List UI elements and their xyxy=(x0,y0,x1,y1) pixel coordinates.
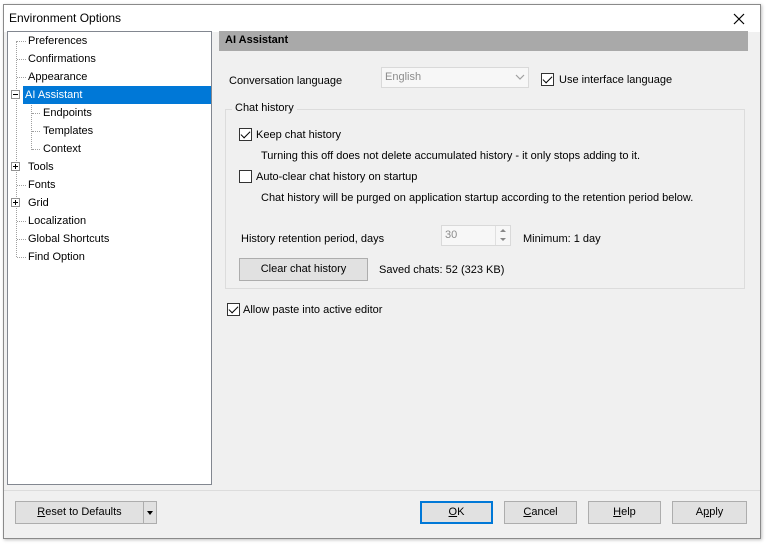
options-tree: Preferences Confirmations Appearance AI … xyxy=(7,31,212,485)
keep-chat-history-checkbox[interactable] xyxy=(239,128,252,141)
collapse-icon[interactable] xyxy=(11,90,20,99)
use-interface-language-checkbox[interactable] xyxy=(541,73,554,86)
tree-item-label: Context xyxy=(43,143,81,155)
tree-item-label: Templates xyxy=(43,125,94,137)
use-interface-language-label: Use interface language xyxy=(559,74,673,86)
tree-item-label: Global Shortcuts xyxy=(28,233,110,245)
spinner-buttons[interactable] xyxy=(495,226,510,245)
help-button[interactable]: Help xyxy=(588,501,661,524)
spin-up-icon[interactable] xyxy=(500,229,506,232)
tree-item-ai-assistant[interactable]: AI Assistant xyxy=(8,86,211,104)
clear-chat-history-button[interactable]: Clear chat history xyxy=(239,258,368,281)
retention-minimum-label: Minimum: 1 day xyxy=(523,233,601,245)
tree-item-label: Grid xyxy=(28,197,49,209)
ok-button[interactable]: OK xyxy=(420,501,493,524)
expand-icon[interactable] xyxy=(11,162,20,171)
saved-chats-count: Saved chats: 52 (323 KB) xyxy=(379,264,505,276)
conversation-language-label: Conversation language xyxy=(229,75,343,87)
tree-item-label: Find Option xyxy=(28,251,85,263)
tree-item-label: Tools xyxy=(28,161,54,173)
keep-chat-history-label: Keep chat history xyxy=(256,129,341,141)
reset-dropdown-button[interactable] xyxy=(143,501,157,524)
tree-item-label: AI Assistant xyxy=(25,89,83,101)
window-title: Environment Options xyxy=(9,11,122,25)
auto-clear-note: Chat history will be purged on applicati… xyxy=(261,192,694,204)
clear-chat-history-label: Clear chat history xyxy=(260,263,347,275)
tree-item-label: Fonts xyxy=(28,179,56,191)
apply-label: ply xyxy=(709,506,724,518)
close-button[interactable] xyxy=(718,5,760,32)
ok-label: K xyxy=(457,506,465,518)
retention-spinner[interactable]: 30 xyxy=(441,225,511,246)
apply-button[interactable]: Apply xyxy=(672,501,747,524)
chat-history-group-label: Chat history xyxy=(232,102,297,114)
conversation-language-select[interactable]: English xyxy=(381,67,529,88)
retention-label: History retention period, days xyxy=(241,233,385,245)
conversation-language-value: English xyxy=(385,71,422,83)
allow-paste-checkbox[interactable] xyxy=(227,303,240,316)
tree-item-label: Endpoints xyxy=(43,107,92,119)
retention-value: 30 xyxy=(445,229,458,241)
cancel-label: ancel xyxy=(531,506,558,518)
close-icon xyxy=(733,13,745,24)
tree-item-label: Appearance xyxy=(28,71,88,83)
reset-to-defaults-button[interactable]: Reset to Defaults xyxy=(15,501,144,524)
panel-header: AI Assistant xyxy=(219,31,748,51)
help-label: elp xyxy=(621,506,636,518)
expand-icon[interactable] xyxy=(11,198,20,207)
help-accel: H xyxy=(613,506,622,518)
apply-label-pre: A xyxy=(695,506,704,518)
allow-paste-label: Allow paste into active editor xyxy=(243,304,383,316)
auto-clear-checkbox[interactable] xyxy=(239,170,252,183)
cancel-button[interactable]: Cancel xyxy=(504,501,577,524)
panel-title: AI Assistant xyxy=(225,34,289,46)
title-bar: Environment Options xyxy=(4,5,760,32)
keep-chat-history-note: Turning this off does not delete accumul… xyxy=(261,150,641,162)
tree-item-label: Preferences xyxy=(28,35,88,47)
auto-clear-label: Auto-clear chat history on startup xyxy=(256,171,418,183)
tree-item-label: Localization xyxy=(28,215,87,227)
reset-label: eset to Defaults xyxy=(45,506,122,518)
ok-accel: O xyxy=(448,506,458,518)
footer-divider xyxy=(4,490,760,491)
spin-down-icon[interactable] xyxy=(500,238,506,241)
tree-item-label: Confirmations xyxy=(28,53,96,65)
chevron-down-icon xyxy=(515,74,525,80)
